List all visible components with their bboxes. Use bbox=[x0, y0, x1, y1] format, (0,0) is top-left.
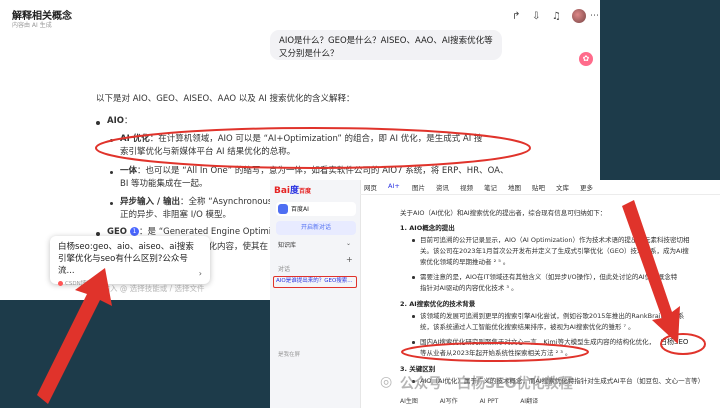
tool-writing[interactable]: AI写作 bbox=[440, 398, 458, 405]
conversation-subtitle: 内容由 AI 生成 bbox=[12, 22, 52, 29]
more-icon[interactable]: ⋯ bbox=[590, 11, 599, 21]
sidebar-footer: 是我在屏 bbox=[278, 352, 301, 358]
sub-bullet bbox=[110, 171, 113, 174]
download-icon[interactable]: ⇩ bbox=[532, 11, 540, 23]
baidu-logo: Bai度百度 bbox=[274, 186, 312, 196]
para-3b: 统，该系统通过人工智能优化搜索结果排序，被视为AI搜索优化的雏形 ⁷ 。 bbox=[420, 323, 635, 331]
nav-notes[interactable]: 笔记 bbox=[484, 182, 497, 192]
baidu-ai-entry[interactable]: 百度AI bbox=[276, 202, 356, 216]
para-2: 需要注意的是，AIO在IT领域还有其他含义（如异步I/O操作），但此处讨论的AI… bbox=[420, 273, 678, 281]
section-heading-1: 1. AIO概念的提出 bbox=[400, 224, 455, 232]
answer-intro: 以下是对 AIO、GEO、AISEO、AAO 以及 AI 搜索优化的含义解释： bbox=[96, 94, 355, 104]
tool-image[interactable]: AI生图 bbox=[400, 398, 418, 405]
nav-images[interactable]: 图片 bbox=[412, 182, 425, 192]
new-chat-button[interactable]: 开启新对话 bbox=[276, 221, 356, 235]
avatar[interactable] bbox=[572, 9, 586, 23]
aio-meaning-1-cont: 索引擎优化与新媒体平台 AI 结果优化的总称。 bbox=[120, 147, 296, 157]
info-icon[interactable]: 1 bbox=[130, 227, 140, 236]
geo-cont: 优化内容，使其在 bbox=[200, 242, 269, 252]
para-1c: 索优化领域的早期推动者 ² ⁵ 。 bbox=[420, 258, 510, 266]
bullet bbox=[412, 315, 415, 318]
assistant-float-icon[interactable]: ✿ bbox=[579, 52, 593, 66]
para-2b: 指针对AI驱动的内容优化技术 ³ 。 bbox=[420, 284, 518, 292]
watermark: 公众号 · 白杨SEO优化教程 bbox=[400, 376, 573, 392]
aio-meaning-3-cont: 正的异步、非阻塞 I/O 模型。 bbox=[120, 210, 231, 220]
nav-more[interactable]: 更多 bbox=[580, 182, 593, 192]
knowledge-base[interactable]: 知识库 bbox=[278, 240, 296, 249]
tool-ppt[interactable]: AI PPT bbox=[480, 398, 499, 405]
nav-map[interactable]: 地图 bbox=[508, 182, 521, 192]
para-4: 国内AI搜索优化研究则聚焦于对文心一言、Kimi等大模型生成内容的结构化优化， bbox=[420, 338, 656, 346]
tool-translate[interactable]: AI翻译 bbox=[520, 398, 538, 405]
para-3: 该领域的发展可追溯到更早的搜索引擎AI化尝试，例如谷歌2015年推出的RankB… bbox=[420, 312, 685, 320]
csdn-icon bbox=[58, 281, 63, 286]
answer-intro: 关于AIO（AI优化）和AI搜索优化的提出者，综合现有信息可归纳如下： bbox=[400, 209, 607, 217]
bullet bbox=[96, 121, 100, 125]
bullet bbox=[412, 341, 415, 344]
reference-card-source: CSDN博客 bbox=[58, 279, 202, 287]
aio-meaning-2-cont: BI 等功能集成在一起。 bbox=[120, 179, 208, 189]
baidu-ai-icon bbox=[278, 204, 288, 214]
baidu-nav-bar: 网页 AI+ 图片 资讯 视频 笔记 地图 贴吧 文库 更多 bbox=[360, 180, 720, 195]
conversation-label: 对话 bbox=[278, 266, 291, 273]
nav-ai[interactable]: AI+ bbox=[388, 182, 400, 190]
para-1: 目前可追溯的公开记录显示，AIO（AI Optimization）作为技术术语的… bbox=[420, 236, 690, 244]
chevron-right-icon[interactable]: › bbox=[199, 269, 202, 278]
section-heading-3: 3. 关键区别 bbox=[400, 365, 436, 373]
nav-web[interactable]: 网页 bbox=[364, 182, 377, 192]
share-icon[interactable]: ↱ bbox=[512, 11, 520, 23]
sub-bullet bbox=[110, 139, 113, 142]
para-4b: 等从业者从2023年起开始系统性探索相关方法 ² ³ 。 bbox=[420, 349, 572, 357]
aio-meaning-3: 异步输入 / 输出：全称 “Asynchronous bbox=[120, 197, 273, 207]
user-question-bubble: AIO是什么？GEO是什么？AISEO、AAO、AI搜索优化等又分别是什么？ bbox=[270, 30, 502, 60]
nav-news[interactable]: 资讯 bbox=[436, 182, 449, 192]
conversation-item[interactable]: AIO是谁提出来的？GEO搜索... bbox=[273, 276, 357, 288]
wechat-icon: ◎ bbox=[380, 374, 393, 390]
bell-icon[interactable]: ♫ bbox=[552, 11, 561, 23]
bullet bbox=[412, 239, 415, 242]
highlight-seo: 白杨SEO bbox=[660, 338, 689, 346]
baidu-sidebar: Bai度百度 百度AI 开启新对话 知识库 ⌄ + 对话 AIO是谁提出来的？G… bbox=[270, 180, 361, 408]
nav-video[interactable]: 视频 bbox=[460, 182, 473, 192]
reference-card[interactable]: 白杨seo:geo、aio、aiseo、ai搜索引擎优化与seo有什么区别?公众… bbox=[50, 236, 210, 287]
reference-card-title: 白杨seo:geo、aio、aiseo、ai搜索引擎优化与seo有什么区别?公众… bbox=[58, 242, 194, 276]
sub-bullet bbox=[110, 202, 113, 205]
aio-meaning-2: 一体：也可以是 “All In One” 的缩写，意为一体，如看实软件公司的 A… bbox=[120, 166, 509, 176]
add-icon[interactable]: + bbox=[346, 255, 353, 264]
toolbar: AI生图 AI写作 AI PPT AI翻译 bbox=[400, 396, 558, 405]
para-1b: 关。该公司在2023年1月首次公开发布并定义了生成式引擎优化（GEO）技术体系，… bbox=[420, 247, 689, 255]
chevron-down-icon[interactable]: ⌄ bbox=[346, 240, 351, 247]
nav-tieba[interactable]: 贴吧 bbox=[532, 182, 545, 192]
bullet bbox=[412, 276, 415, 279]
aio-heading: AIO： bbox=[107, 116, 133, 126]
section-heading-2: 2. AI搜索优化的技术背景 bbox=[400, 300, 476, 308]
nav-wenku[interactable]: 文库 bbox=[556, 182, 569, 192]
aio-meaning-1: AI 优化：在计算机领域，AIO 可以是 “AI+Optimization” 的… bbox=[120, 134, 483, 144]
